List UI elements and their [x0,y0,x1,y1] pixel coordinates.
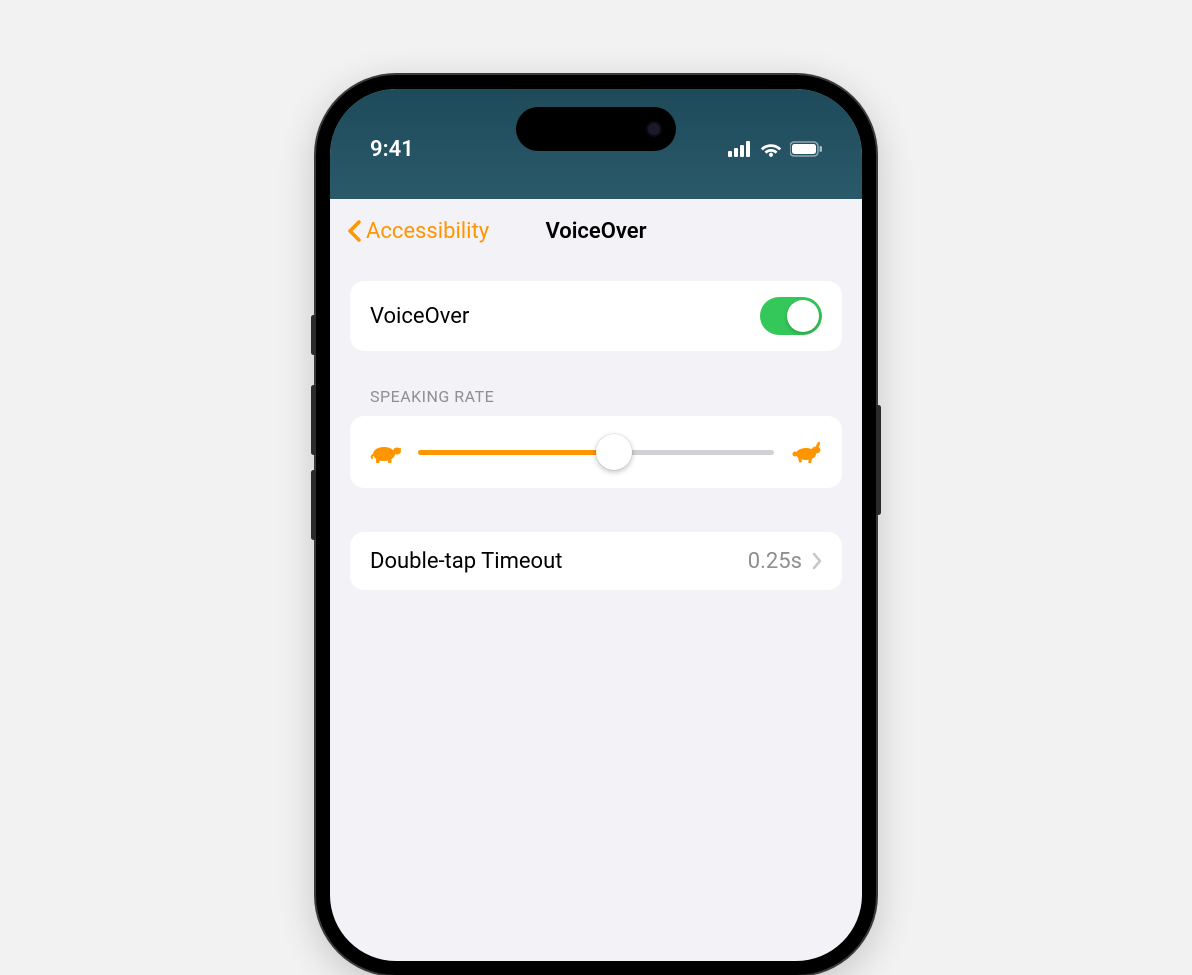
battery-icon [790,141,822,157]
voiceover-toggle-group: VoiceOver [350,281,842,351]
speaking-rate-header: SPEAKING RATE [370,387,842,406]
double-tap-group: Double-tap Timeout 0.25s [350,532,842,590]
slider-fill [418,450,614,455]
front-camera [646,121,662,137]
phone-frame: 9:41 [316,75,876,975]
wifi-icon [760,141,782,157]
phone-screen: 9:41 [330,89,862,961]
double-tap-label: Double-tap Timeout [370,549,562,574]
voiceover-toggle[interactable] [760,297,822,335]
speaking-rate-row [350,416,842,488]
speaking-rate-slider[interactable] [418,434,774,470]
status-icons [728,141,822,157]
status-bar: 9:41 [330,89,862,199]
volume-down-button[interactable] [311,470,316,540]
volume-up-button[interactable] [311,385,316,455]
cellular-signal-icon [728,141,752,157]
back-button-label: Accessibility [366,219,489,244]
speaking-rate-group [350,416,842,488]
double-tap-timeout-row[interactable]: Double-tap Timeout 0.25s [350,532,842,590]
chevron-right-icon [812,552,822,570]
status-time: 9:41 [370,137,414,162]
back-button[interactable]: Accessibility [346,219,489,244]
tortoise-icon [370,441,402,463]
voiceover-toggle-row[interactable]: VoiceOver [350,281,842,351]
mute-switch[interactable] [311,315,316,355]
settings-content: VoiceOver SPEAKING RATE [330,281,862,590]
double-tap-value: 0.25s [748,549,802,574]
slider-thumb[interactable] [596,434,632,470]
chevron-left-icon [346,219,362,243]
navigation-bar: Accessibility VoiceOver [330,199,862,263]
double-tap-value-container: 0.25s [748,549,822,574]
voiceover-toggle-label: VoiceOver [370,304,469,329]
page-title: VoiceOver [545,219,646,244]
toggle-knob [787,300,819,332]
dynamic-island [516,107,676,151]
power-button[interactable] [876,405,881,515]
hare-icon [790,441,822,463]
